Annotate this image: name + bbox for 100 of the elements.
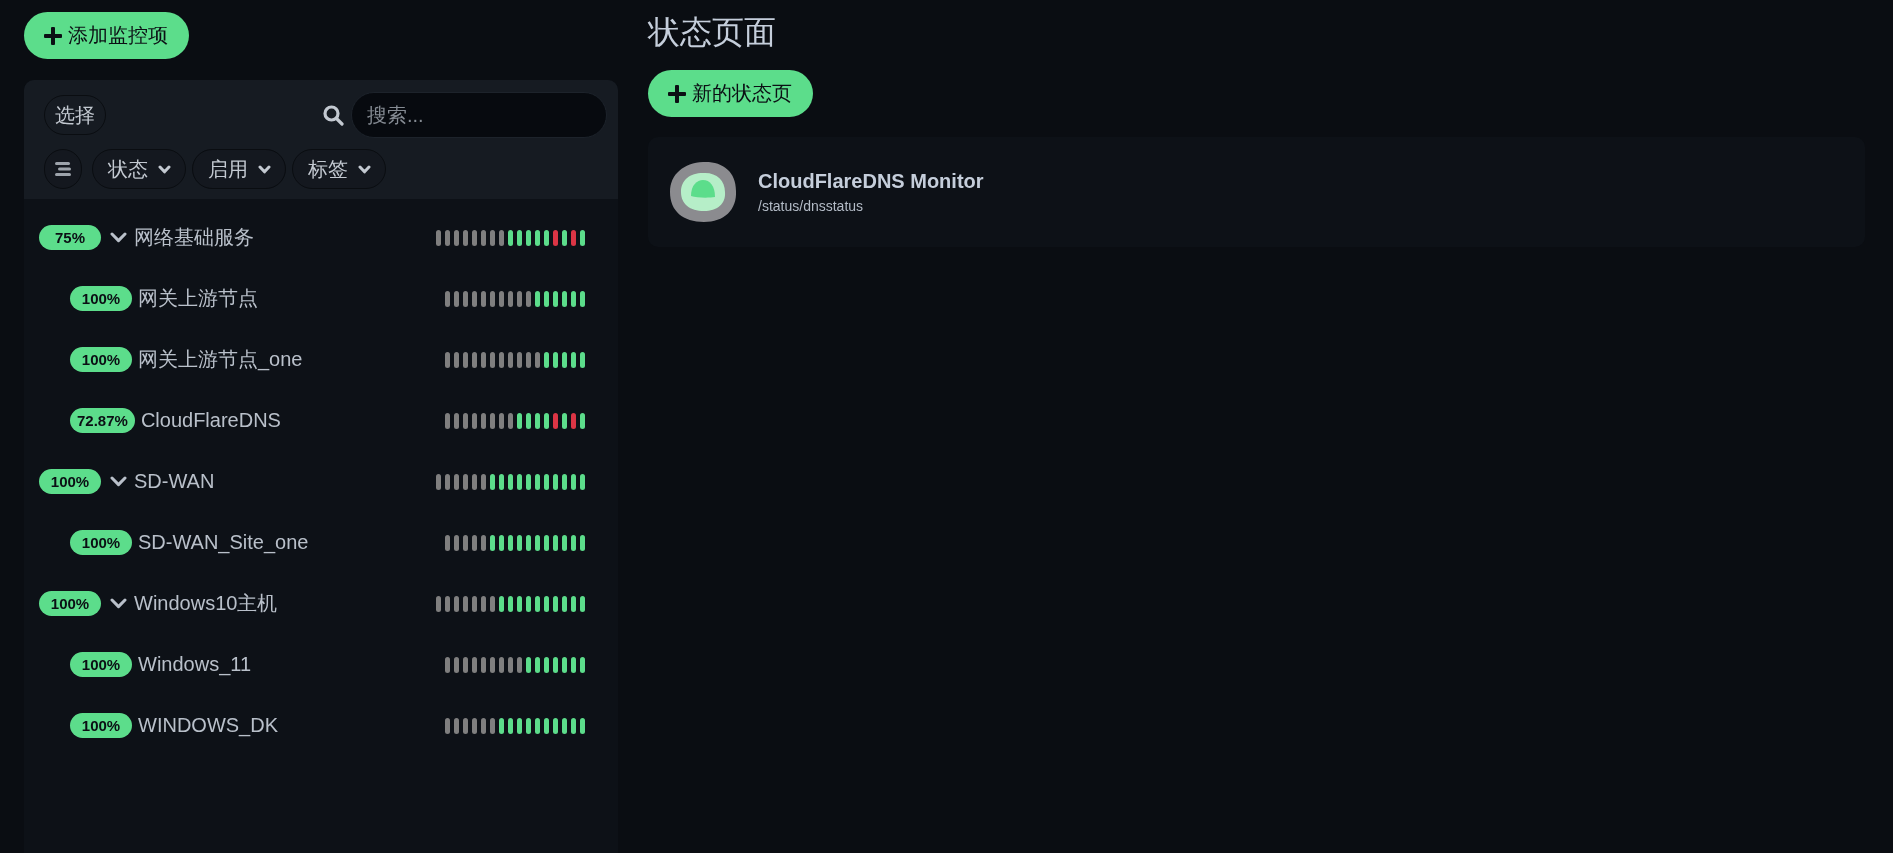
- heartbeat-bar: [580, 656, 585, 673]
- heartbeat-bar: [544, 412, 549, 429]
- chevron-down-icon[interactable]: [110, 476, 127, 487]
- heartbeat-bar: [499, 229, 504, 246]
- heartbeat-bar: [526, 473, 531, 490]
- heartbeat-bar: [436, 229, 441, 246]
- heartbeat-bar: [454, 412, 459, 429]
- page-title: 状态页面: [648, 13, 776, 52]
- heartbeat-bar: [517, 656, 522, 673]
- monitor-name[interactable]: SD-WAN_Site_one: [138, 531, 309, 554]
- monitor-name[interactable]: 网关上游节点: [138, 285, 258, 312]
- new-status-page-button[interactable]: 新的状态页: [648, 70, 813, 117]
- heartbeat-bar: [553, 290, 558, 307]
- list-options-button[interactable]: [44, 149, 82, 189]
- heartbeat-bar: [463, 351, 468, 368]
- heartbeat-bar: [526, 717, 531, 734]
- heartbeat-bar: [508, 290, 513, 307]
- search-icon: [323, 104, 344, 126]
- heartbeat-bar: [463, 412, 468, 429]
- heartbeat-bar: [544, 351, 549, 368]
- heartbeat-bar: [499, 717, 504, 734]
- heartbeat-bar: [562, 412, 567, 429]
- uptime-badge: 72.87%: [70, 408, 135, 433]
- heartbeat-bar: [454, 717, 459, 734]
- search-field[interactable]: 搜索...: [351, 92, 607, 138]
- filter-dropdown[interactable]: 状态: [92, 149, 186, 189]
- heartbeat-bar: [508, 717, 513, 734]
- heartbeat-bar: [445, 351, 450, 368]
- heartbeat-bar: [508, 412, 513, 429]
- monitor-name[interactable]: CloudFlareDNS: [140, 409, 281, 432]
- heartbeat-bar: [463, 534, 468, 551]
- heartbeat-bar: [580, 290, 585, 307]
- select-button[interactable]: 选择: [44, 95, 106, 135]
- heartbeat-bar: [499, 534, 504, 551]
- heartbeat-bar: [526, 229, 531, 246]
- logo-icon: [669, 161, 737, 223]
- monitor-name[interactable]: Windows10主机: [134, 590, 278, 617]
- heartbeat-bar: [454, 290, 459, 307]
- heartbeat-bar: [508, 595, 513, 612]
- heartbeat-bar: [463, 290, 468, 307]
- monitor-name[interactable]: Windows_11: [138, 653, 252, 676]
- heartbeat-bar: [445, 229, 450, 246]
- chevron-down-icon: [258, 164, 271, 174]
- heartbeat-bar: [535, 290, 540, 307]
- heartbeat-bar: [463, 717, 468, 734]
- heartbeat-bar: [472, 351, 477, 368]
- heartbeat-bar: [517, 412, 522, 429]
- chevron-down-icon[interactable]: [110, 598, 127, 609]
- heartbeat-bar: [499, 473, 504, 490]
- heartbeat-bar: [481, 290, 486, 307]
- add-monitor-button[interactable]: 添加监控项: [24, 12, 189, 59]
- heartbeat-bar: [490, 290, 495, 307]
- heartbeat-bar: [580, 412, 585, 429]
- heartbeat-bar: [481, 717, 486, 734]
- heartbeat-bar: [490, 351, 495, 368]
- heartbeat-bar: [490, 595, 495, 612]
- heartbeat-bar: [535, 473, 540, 490]
- heartbeat-bar: [481, 534, 486, 551]
- heartbeat-bar: [454, 656, 459, 673]
- monitor-name[interactable]: 网络基础服务: [134, 224, 254, 251]
- chevron-down-icon: [158, 164, 171, 174]
- heartbeat-bar: [571, 595, 576, 612]
- heartbeat-bar: [526, 290, 531, 307]
- heartbeat-bar: [481, 656, 486, 673]
- filter-dropdown[interactable]: 标签: [292, 149, 386, 189]
- heartbeat-bar: [490, 534, 495, 551]
- monitor-name[interactable]: SD-WAN: [134, 470, 215, 493]
- heartbeat-bar: [535, 717, 540, 734]
- uptime-badge: 75%: [39, 225, 101, 250]
- heartbeat-bar: [553, 229, 558, 246]
- heartbeat-bar: [526, 412, 531, 429]
- heartbeat-bar: [553, 656, 558, 673]
- heartbeat-bar: [472, 595, 477, 612]
- heartbeat-bar: [526, 595, 531, 612]
- chevron-down-icon[interactable]: [110, 232, 127, 243]
- heartbeat-bar: [544, 717, 549, 734]
- status-page-card[interactable]: CloudFlareDNS Monitor /status/dnsstatus: [648, 137, 1865, 247]
- heartbeat-bar: [580, 595, 585, 612]
- chevron-down-icon: [358, 164, 371, 174]
- heartbeat-bar: [571, 229, 576, 246]
- heartbeat-bar: [580, 229, 585, 246]
- heartbeat-bar: [571, 656, 576, 673]
- heartbeat-bar: [571, 717, 576, 734]
- heartbeat-bar: [562, 290, 567, 307]
- heartbeat-bar: [571, 351, 576, 368]
- heartbeat-bar: [499, 290, 504, 307]
- uptime-badge: 100%: [70, 713, 132, 738]
- filter-dropdown[interactable]: 启用: [192, 149, 286, 189]
- heartbeat-bar: [499, 412, 504, 429]
- heartbeat-bar: [499, 595, 504, 612]
- monitor-name[interactable]: 网关上游节点_one: [138, 346, 303, 373]
- heartbeat-bar: [490, 717, 495, 734]
- heartbeat-bar: [535, 656, 540, 673]
- heartbeat-bar: [517, 534, 522, 551]
- heartbeat-bar: [535, 412, 540, 429]
- monitor-name[interactable]: WINDOWS_DK: [138, 714, 278, 737]
- heartbeat-bar: [436, 595, 441, 612]
- heartbeat-bar: [535, 595, 540, 612]
- heartbeat-bar: [499, 351, 504, 368]
- heartbeat-bar: [517, 290, 522, 307]
